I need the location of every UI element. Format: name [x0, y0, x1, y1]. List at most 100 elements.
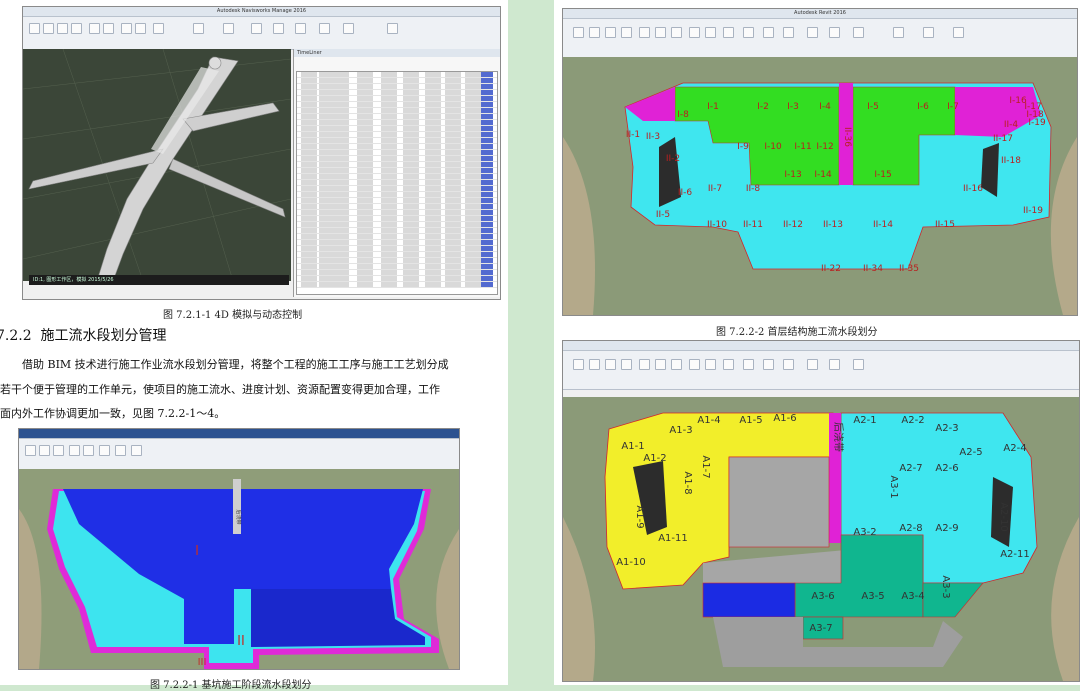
- timeliner-cell: [403, 180, 419, 185]
- timeliner-cell: [319, 186, 349, 191]
- ribbon-tool-icon[interactable]: [853, 27, 864, 38]
- fig4-plan-view[interactable]: A1-1A1-2 A1-3 A1-4 A1-5 A1-6 A1-7 A1-8 A1-9 A1-1…: [563, 397, 1079, 681]
- timeliner-cell: [481, 156, 493, 161]
- fig1-status-text: ID:1, 图形工作区，模拟 2015/5/26: [33, 277, 114, 283]
- ribbon-tool-icon[interactable]: [273, 23, 284, 34]
- zone-label: II-10: [707, 220, 727, 230]
- timeliner-cell: [357, 222, 373, 227]
- ribbon-tool-icon[interactable]: [605, 359, 616, 370]
- ribbon-tool-icon[interactable]: [689, 359, 700, 370]
- timeliner-cell: [425, 132, 441, 137]
- timeliner-cell: [301, 252, 317, 257]
- ribbon-tool-icon[interactable]: [829, 359, 840, 370]
- ribbon-tool-icon[interactable]: [705, 359, 716, 370]
- ribbon-tool-icon[interactable]: [295, 23, 306, 34]
- ribbon-tool-icon[interactable]: [655, 359, 666, 370]
- ribbon-tool-icon[interactable]: [893, 27, 904, 38]
- timeliner-cell: [403, 198, 419, 203]
- ribbon-tool-icon[interactable]: [29, 23, 40, 34]
- timeliner-cell: [445, 264, 461, 269]
- timeliner-cell: [357, 150, 373, 155]
- timeliner-cell: [381, 216, 397, 221]
- ribbon-tool-icon[interactable]: [153, 23, 164, 34]
- fig1-task-table[interactable]: [296, 71, 498, 295]
- ribbon-tool-icon[interactable]: [807, 359, 818, 370]
- timeliner-cell: [381, 240, 397, 245]
- ribbon-tool-icon[interactable]: [39, 445, 50, 456]
- ribbon-tool-icon[interactable]: [639, 27, 650, 38]
- ribbon-tool-icon[interactable]: [25, 445, 36, 456]
- timeliner-cell: [425, 102, 441, 107]
- ribbon-tool-icon[interactable]: [103, 23, 114, 34]
- ribbon-tool-icon[interactable]: [121, 23, 132, 34]
- ribbon-tool-icon[interactable]: [223, 23, 234, 34]
- ribbon-tool-icon[interactable]: [319, 23, 330, 34]
- ribbon-tool-icon[interactable]: [621, 27, 632, 38]
- ribbon-tool-icon[interactable]: [853, 359, 864, 370]
- ribbon-tool-icon[interactable]: [763, 27, 774, 38]
- timeliner-cell: [465, 264, 481, 269]
- ribbon-tool-icon[interactable]: [783, 359, 794, 370]
- timeliner-cell: [425, 138, 441, 143]
- ribbon-tool-icon[interactable]: [723, 359, 734, 370]
- fig3-plan-view[interactable]: I-1 I-2 I-3 I-4 I-5 I-6 I-7 I-8 I-9 I-10 I-11 I-12 I…: [563, 57, 1077, 315]
- ribbon-tool-icon[interactable]: [605, 27, 616, 38]
- fig2-plan-view[interactable]: I II III 后浇带: [19, 469, 459, 669]
- timeliner-cell: [481, 222, 493, 227]
- timeliner-row[interactable]: [297, 282, 497, 288]
- fig2-titlebar: [19, 429, 459, 439]
- ribbon-tool-icon[interactable]: [69, 445, 80, 456]
- timeliner-cell: [465, 72, 481, 77]
- ribbon-tool-icon[interactable]: [193, 23, 204, 34]
- timeliner-cell: [357, 276, 373, 281]
- ribbon-tool-icon[interactable]: [743, 27, 754, 38]
- timeliner-cell: [381, 192, 397, 197]
- fig1-3d-viewport[interactable]: [23, 49, 291, 281]
- ribbon-tool-icon[interactable]: [53, 445, 64, 456]
- ribbon-tool-icon[interactable]: [763, 359, 774, 370]
- ribbon-tool-icon[interactable]: [135, 23, 146, 34]
- fig4-screenshot: A1-1 A1-2 A1-3 A1-4 A1-5 A1-6 A1-7 A1-8 A1-9 A1-1…: [562, 340, 1080, 682]
- ribbon-tool-icon[interactable]: [807, 27, 818, 38]
- ribbon-tool-icon[interactable]: [953, 27, 964, 38]
- ribbon-tool-icon[interactable]: [689, 27, 700, 38]
- timeliner-cell: [481, 102, 493, 107]
- timeliner-cell: [381, 162, 397, 167]
- ribbon-tool-icon[interactable]: [783, 27, 794, 38]
- ribbon-tool-icon[interactable]: [99, 445, 110, 456]
- fig3-window-title: Autodesk Revit 2016: [794, 10, 846, 16]
- ribbon-tool-icon[interactable]: [89, 23, 100, 34]
- ribbon-tool-icon[interactable]: [71, 23, 82, 34]
- ribbon-tool-icon[interactable]: [923, 27, 934, 38]
- ribbon-tool-icon[interactable]: [589, 27, 600, 38]
- ribbon-tool-icon[interactable]: [115, 445, 126, 456]
- ribbon-tool-icon[interactable]: [671, 359, 682, 370]
- ribbon-tool-icon[interactable]: [743, 359, 754, 370]
- timeliner-cell: [445, 276, 461, 281]
- ribbon-tool-icon[interactable]: [655, 27, 666, 38]
- ribbon-tool-icon[interactable]: [251, 23, 262, 34]
- ribbon-tool-icon[interactable]: [589, 359, 600, 370]
- timeliner-cell: [381, 222, 397, 227]
- ribbon-tool-icon[interactable]: [573, 359, 584, 370]
- ribbon-tool-icon[interactable]: [621, 359, 632, 370]
- ribbon-tool-icon[interactable]: [131, 445, 142, 456]
- timeliner-cell: [381, 78, 397, 83]
- ribbon-tool-icon[interactable]: [705, 27, 716, 38]
- ribbon-tool-icon[interactable]: [723, 27, 734, 38]
- ribbon-tool-icon[interactable]: [639, 359, 650, 370]
- timeliner-cell: [381, 276, 397, 281]
- timeliner-cell: [301, 90, 317, 95]
- ribbon-tool-icon[interactable]: [387, 23, 398, 34]
- ribbon-tool-icon[interactable]: [83, 445, 94, 456]
- ribbon-tool-icon[interactable]: [343, 23, 354, 34]
- ribbon-tool-icon[interactable]: [43, 23, 54, 34]
- ribbon-tool-icon[interactable]: [671, 27, 682, 38]
- timeliner-cell: [445, 156, 461, 161]
- ribbon-tool-icon[interactable]: [829, 27, 840, 38]
- ribbon-tool-icon[interactable]: [57, 23, 68, 34]
- timeliner-cell: [445, 132, 461, 137]
- ribbon-tool-icon[interactable]: [573, 27, 584, 38]
- timeliner-cell: [481, 96, 493, 101]
- timeliner-cell: [445, 216, 461, 221]
